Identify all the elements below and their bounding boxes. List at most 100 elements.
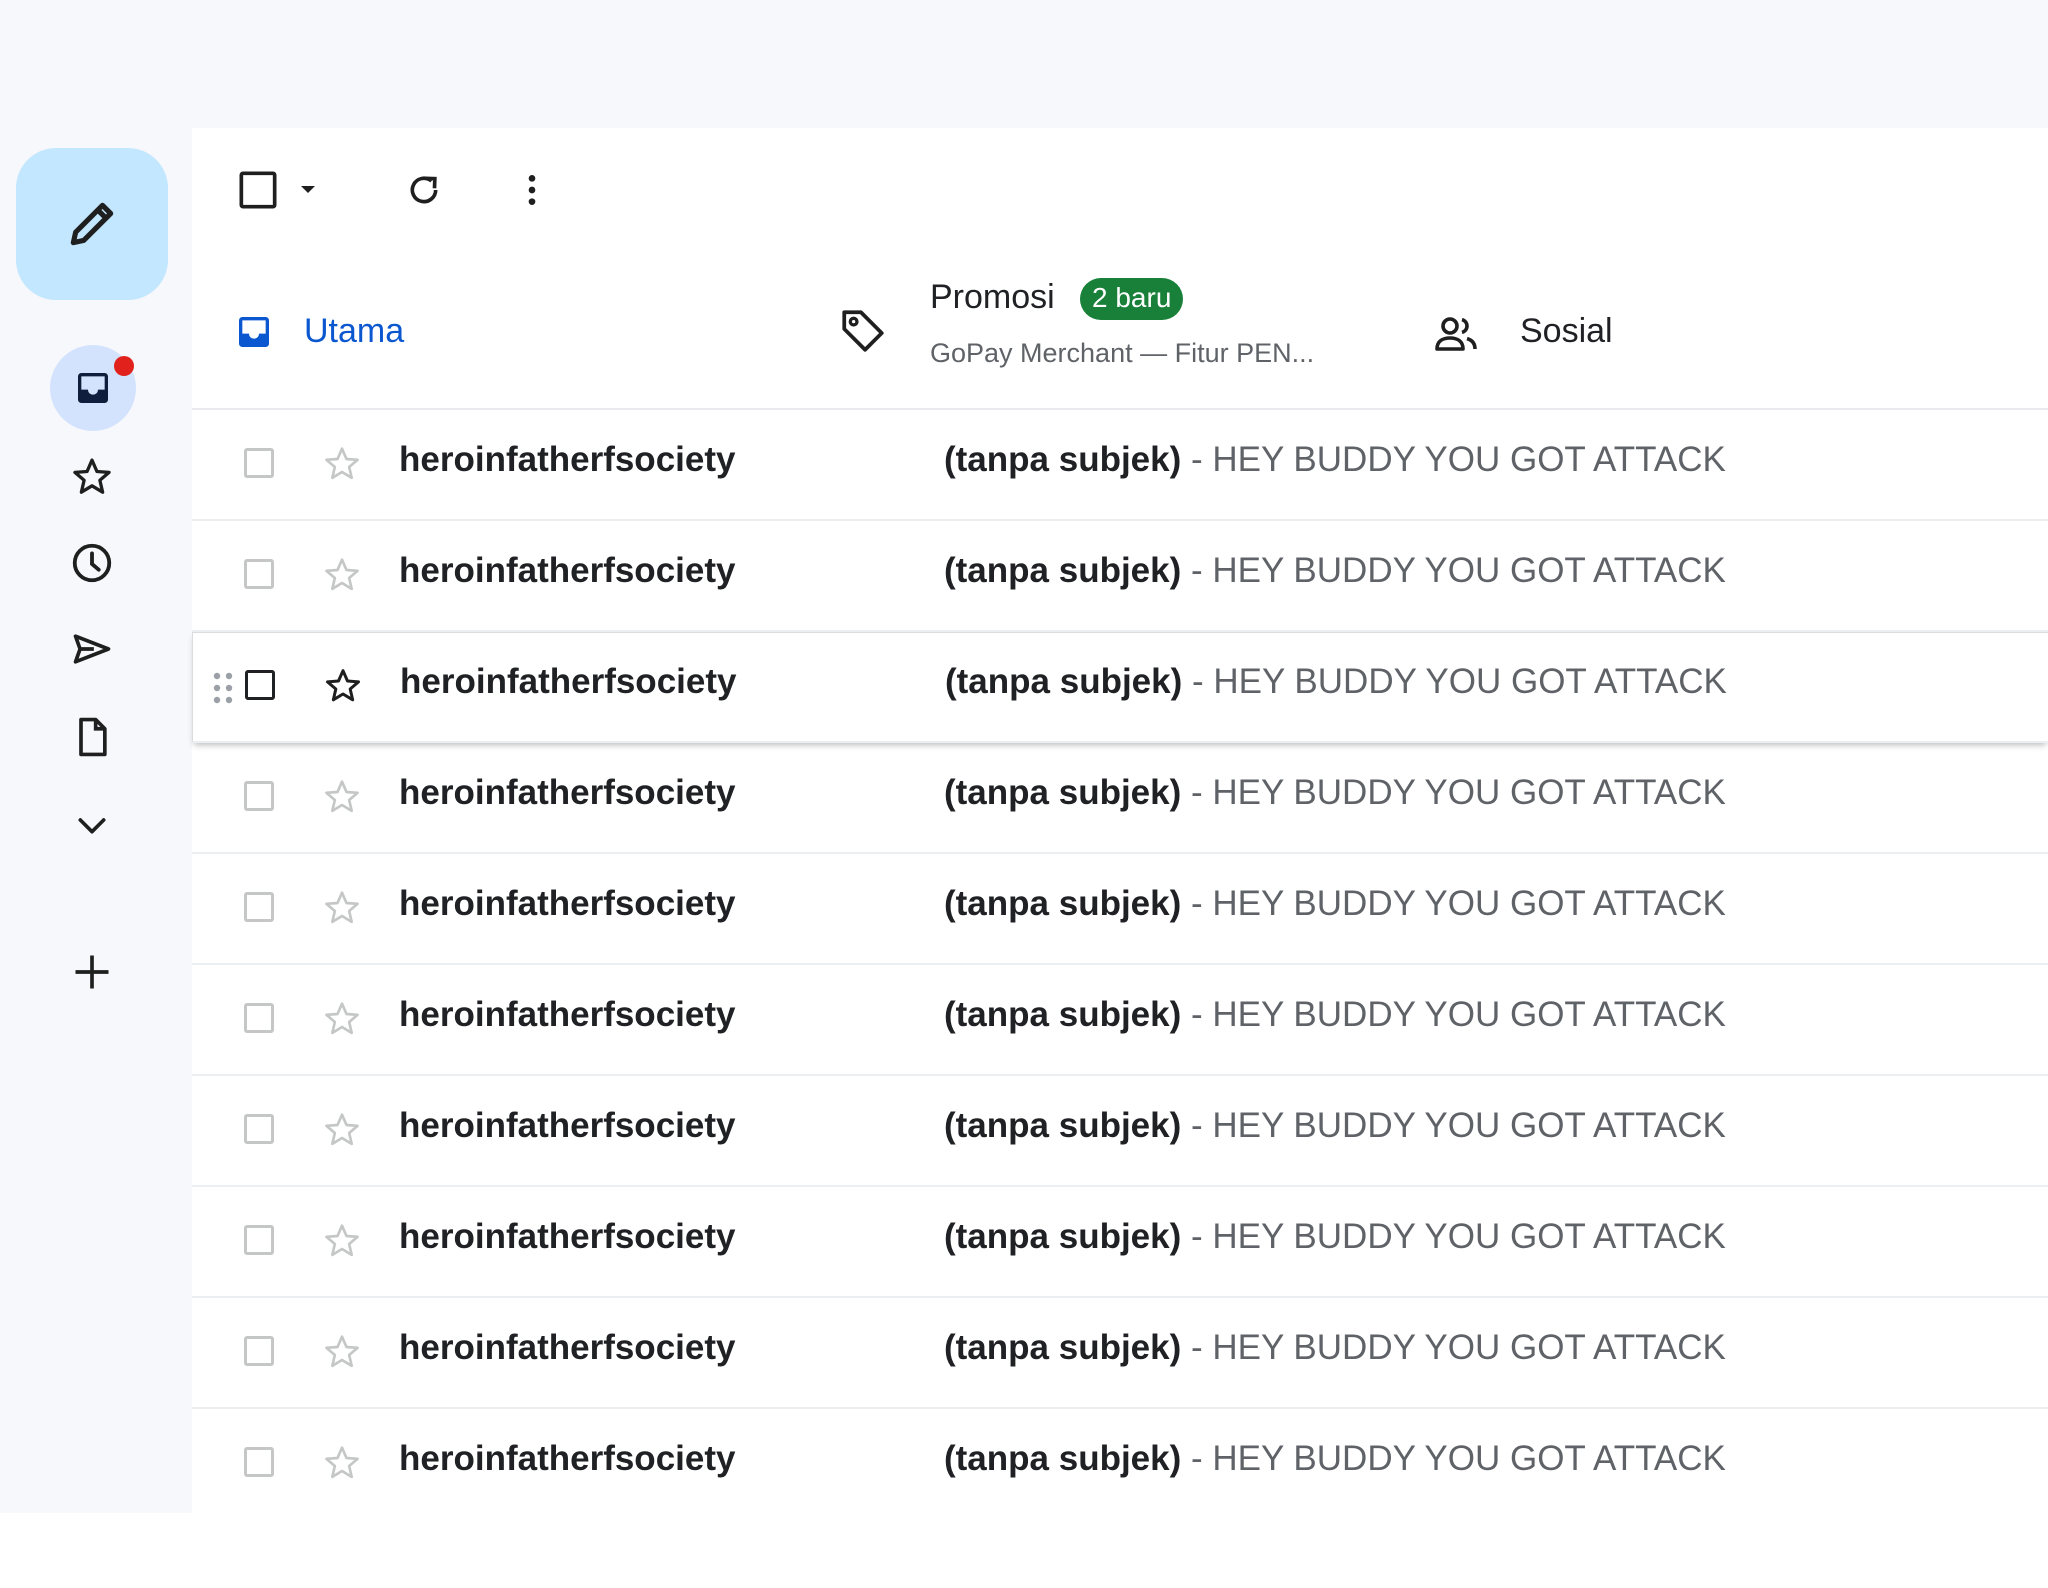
snippet: HEY BUDDY YOU GOT ATTACK xyxy=(1212,1106,1726,1145)
tab-sosial[interactable]: Sosial xyxy=(1422,258,1862,408)
sender-name: heroinfatherfsociety xyxy=(399,1217,736,1256)
plus-icon xyxy=(75,955,109,989)
star-icon[interactable] xyxy=(322,1110,362,1150)
snippet: HEY BUDDY YOU GOT ATTACK xyxy=(1212,773,1726,812)
sidebar-item-snoozed[interactable] xyxy=(47,528,137,598)
separator: - xyxy=(1181,440,1213,479)
row-checkbox[interactable] xyxy=(244,448,274,478)
separator: - xyxy=(1181,995,1213,1034)
subject: (tanpa subjek) xyxy=(944,1439,1182,1478)
bottom-margin xyxy=(0,1513,2048,1588)
sidebar-item-starred[interactable] xyxy=(47,442,137,512)
email-row[interactable]: heroinfatherfsociety (tanpa subjek) - HE… xyxy=(192,1298,2048,1409)
subject: (tanpa subjek) xyxy=(944,1217,1182,1256)
snippet: HEY BUDDY YOU GOT ATTACK xyxy=(1212,551,1726,590)
email-row[interactable]: heroinfatherfsociety (tanpa subjek) - HE… xyxy=(192,410,2048,521)
subject-line: (tanpa subjek) - HEY BUDDY YOU GOT ATTAC… xyxy=(944,1328,1726,1368)
subject-line: (tanpa subjek) - HEY BUDDY YOU GOT ATTAC… xyxy=(944,1439,1726,1479)
inbox-icon xyxy=(78,373,108,403)
email-row[interactable]: heroinfatherfsociety (tanpa subjek) - HE… xyxy=(192,965,2048,1076)
snippet: HEY BUDDY YOU GOT ATTACK xyxy=(1212,995,1726,1034)
email-row[interactable]: heroinfatherfsociety (tanpa subjek) - HE… xyxy=(192,854,2048,965)
star-icon xyxy=(73,458,111,494)
sidebar-item-more[interactable] xyxy=(47,790,137,860)
row-checkbox[interactable] xyxy=(244,559,274,589)
sender-name: heroinfatherfsociety xyxy=(400,662,737,701)
subject-line: (tanpa subjek) - HEY BUDDY YOU GOT ATTAC… xyxy=(944,1106,1726,1146)
category-tabs: Utama Promosi 2 baru GoPay Merchant — Fi… xyxy=(192,258,2048,538)
more-options-button[interactable] xyxy=(510,168,554,212)
notification-dot xyxy=(114,356,134,376)
snippet: HEY BUDDY YOU GOT ATTACK xyxy=(1212,1217,1726,1256)
tab-label: Promosi xyxy=(930,278,1055,316)
subject-line: (tanpa subjek) - HEY BUDDY YOU GOT ATTAC… xyxy=(944,1217,1726,1257)
row-checkbox[interactable] xyxy=(244,1003,274,1033)
subject: (tanpa subjek) xyxy=(944,773,1182,812)
email-row[interactable]: heroinfatherfsociety (tanpa subjek) - HE… xyxy=(192,632,2048,743)
star-icon[interactable] xyxy=(322,1221,362,1261)
row-checkbox[interactable] xyxy=(244,1336,274,1366)
top-bar xyxy=(0,0,2048,128)
row-checkbox[interactable] xyxy=(245,670,275,700)
inbox-icon xyxy=(239,317,269,347)
email-row[interactable]: heroinfatherfsociety (tanpa subjek) - HE… xyxy=(192,743,2048,854)
separator: - xyxy=(1182,662,1214,701)
snippet: HEY BUDDY YOU GOT ATTACK xyxy=(1212,440,1726,479)
star-icon[interactable] xyxy=(322,1443,362,1483)
separator: - xyxy=(1181,1106,1213,1145)
select-dropdown-button[interactable] xyxy=(292,174,324,206)
tab-label: Utama xyxy=(304,312,405,350)
compose-button[interactable] xyxy=(16,148,168,300)
email-row[interactable]: heroinfatherfsociety (tanpa subjek) - HE… xyxy=(192,1409,2048,1520)
email-list: heroinfatherfsociety (tanpa subjek) - HE… xyxy=(192,410,2048,1520)
star-icon[interactable] xyxy=(322,1332,362,1372)
snippet: HEY BUDDY YOU GOT ATTACK xyxy=(1212,884,1726,923)
subject: (tanpa subjek) xyxy=(944,884,1182,923)
chevron-down-icon xyxy=(78,818,106,834)
subject: (tanpa subjek) xyxy=(944,551,1182,590)
tab-label: Sosial xyxy=(1520,312,1613,350)
toolbar xyxy=(192,128,2048,258)
drag-handle-icon[interactable] xyxy=(211,670,235,706)
sidebar-item-drafts[interactable] xyxy=(47,702,137,772)
star-icon[interactable] xyxy=(322,777,362,817)
people-icon xyxy=(1435,317,1477,351)
send-icon xyxy=(73,634,111,664)
document-icon xyxy=(79,717,107,757)
row-checkbox[interactable] xyxy=(244,1447,274,1477)
sender-name: heroinfatherfsociety xyxy=(399,440,736,479)
tab-preview-text: GoPay Merchant — Fitur PEN... xyxy=(930,338,1315,368)
main-panel: Utama Promosi 2 baru GoPay Merchant — Fi… xyxy=(192,128,2048,1520)
pencil-icon xyxy=(70,202,114,246)
separator: - xyxy=(1181,1328,1213,1367)
star-icon[interactable] xyxy=(322,888,362,928)
tab-utama[interactable]: Utama xyxy=(212,258,760,408)
subject-line: (tanpa subjek) - HEY BUDDY YOU GOT ATTAC… xyxy=(945,662,1727,702)
row-checkbox[interactable] xyxy=(244,1225,274,1255)
sender-name: heroinfatherfsociety xyxy=(399,884,736,923)
row-checkbox[interactable] xyxy=(244,1114,274,1144)
star-icon[interactable] xyxy=(322,555,362,595)
separator: - xyxy=(1181,1217,1213,1256)
email-row[interactable]: heroinfatherfsociety (tanpa subjek) - HE… xyxy=(192,1187,2048,1298)
create-label-button[interactable] xyxy=(47,937,137,1007)
caret-down-icon xyxy=(301,186,315,193)
email-row[interactable]: heroinfatherfsociety (tanpa subjek) - HE… xyxy=(192,521,2048,632)
separator: - xyxy=(1181,551,1213,590)
subject-line: (tanpa subjek) - HEY BUDDY YOU GOT ATTAC… xyxy=(944,773,1726,813)
row-checkbox[interactable] xyxy=(244,892,274,922)
sender-name: heroinfatherfsociety xyxy=(399,1328,736,1367)
sidebar-item-sent[interactable] xyxy=(47,614,137,684)
clock-icon xyxy=(72,543,112,583)
select-all-checkbox[interactable] xyxy=(238,170,278,210)
refresh-button[interactable] xyxy=(402,168,446,212)
star-icon[interactable] xyxy=(322,999,362,1039)
more-vert-icon xyxy=(528,175,536,205)
row-checkbox[interactable] xyxy=(244,781,274,811)
star-icon[interactable] xyxy=(323,666,363,706)
snippet: HEY BUDDY YOU GOT ATTACK xyxy=(1212,1328,1726,1367)
separator: - xyxy=(1181,773,1213,812)
star-icon[interactable] xyxy=(322,444,362,484)
sender-name: heroinfatherfsociety xyxy=(399,1106,736,1145)
email-row[interactable]: heroinfatherfsociety (tanpa subjek) - HE… xyxy=(192,1076,2048,1187)
